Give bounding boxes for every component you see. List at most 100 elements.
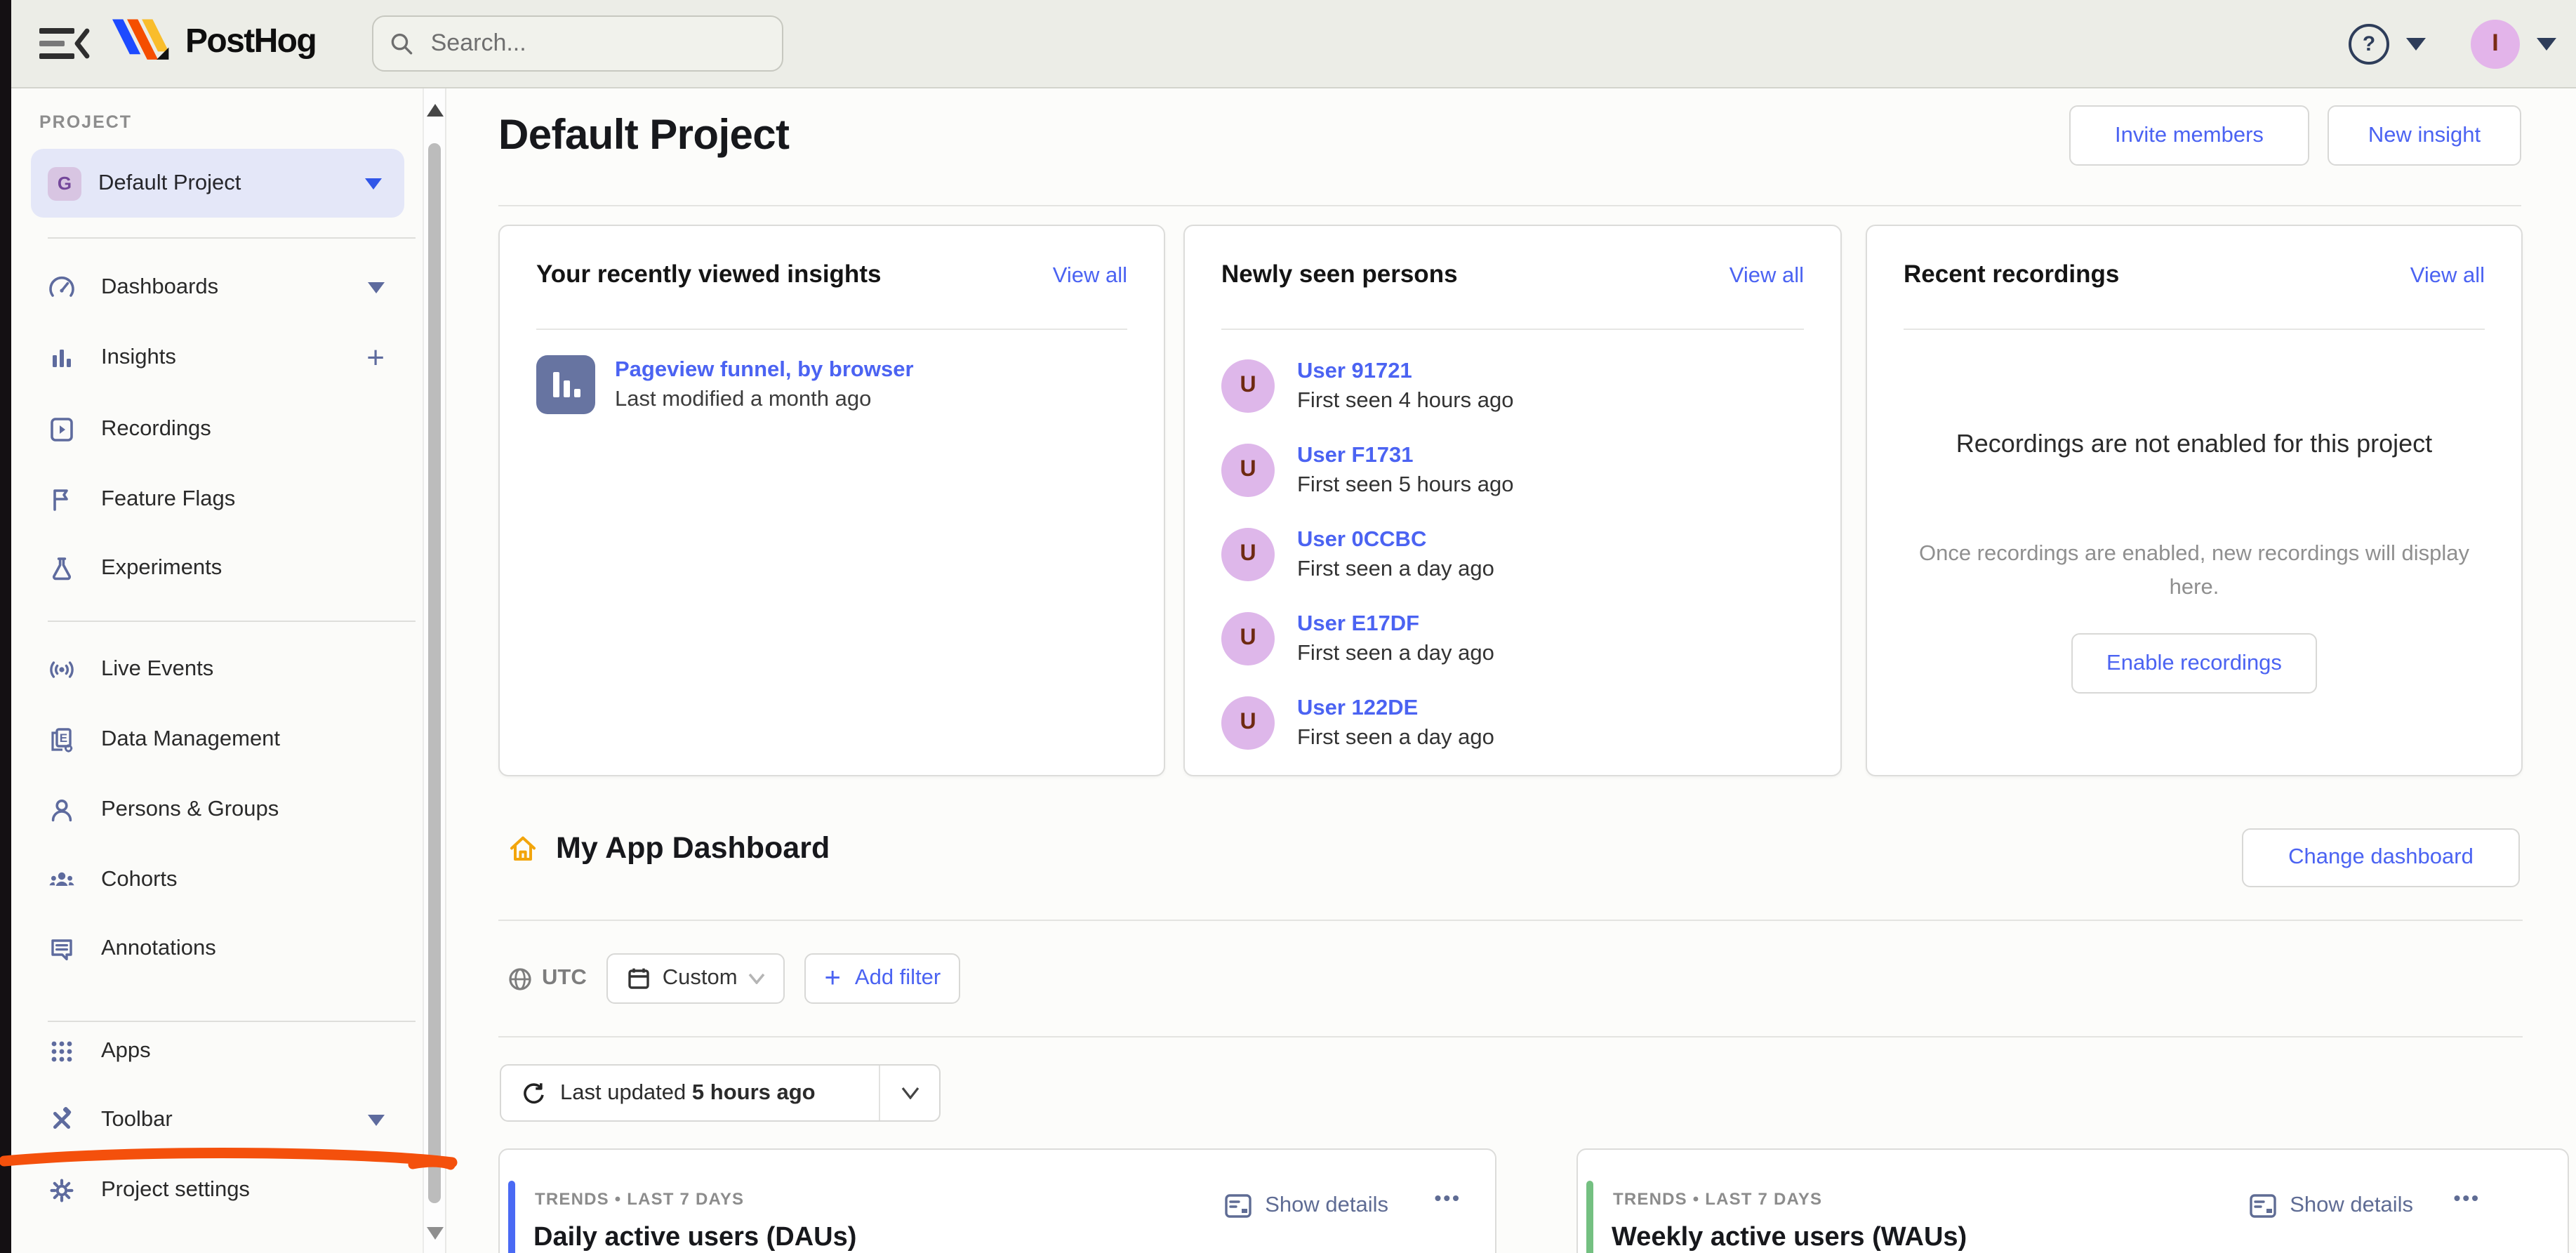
search-input[interactable] xyxy=(427,28,765,59)
chevron-down-icon xyxy=(365,178,382,189)
apps-grid-icon xyxy=(48,1037,76,1066)
divider xyxy=(536,329,1127,330)
more-menu-icon[interactable]: ••• xyxy=(1435,1186,1461,1209)
view-all-link[interactable]: View all xyxy=(1053,264,1127,289)
logo-text: PostHog xyxy=(185,22,317,60)
change-dashboard-button[interactable]: Change dashboard xyxy=(2242,828,2520,887)
dashboard-header: My App Dashboard xyxy=(508,831,830,866)
person-link[interactable]: User 122DE xyxy=(1297,693,1494,722)
help-icon: ? xyxy=(2349,23,2389,64)
insight-link[interactable]: Pageview funnel, by browser xyxy=(615,355,914,385)
person-link[interactable]: User 0CCBC xyxy=(1297,524,1494,554)
sidebar-item-project-settings[interactable]: Project settings xyxy=(48,1162,385,1219)
refresh-dropdown[interactable] xyxy=(879,1066,939,1120)
plus-icon[interactable]: + xyxy=(366,342,385,373)
scroll-up-arrow-icon[interactable] xyxy=(427,104,444,117)
refresh-button[interactable]: Last updated 5 hours ago xyxy=(500,1064,941,1122)
invite-members-button[interactable]: Invite members xyxy=(2069,105,2309,166)
avatar: U xyxy=(1221,359,1275,413)
card-title: Recent recordings xyxy=(1904,260,2120,288)
data-management-icon: E xyxy=(48,726,76,754)
search-icon xyxy=(391,32,413,54)
timezone-indicator[interactable]: UTC xyxy=(508,966,587,991)
chevron-down-icon xyxy=(2537,37,2556,50)
help-menu[interactable]: ? xyxy=(2349,23,2426,64)
person-row[interactable]: U User 122DE First seen a day ago xyxy=(1221,681,1494,765)
sidebar-item-toolbar[interactable]: Toolbar xyxy=(48,1092,385,1148)
show-details-button[interactable]: Show details xyxy=(2249,1193,2413,1219)
account-menu[interactable]: I xyxy=(2445,19,2556,68)
sidebar-item-label: Annotations xyxy=(101,936,216,960)
enable-recordings-button[interactable]: Enable recordings xyxy=(2071,633,2317,694)
sidebar-item-label: Experiments xyxy=(101,556,223,580)
chevron-down-icon[interactable] xyxy=(368,1115,385,1126)
avatar: U xyxy=(1221,696,1275,750)
project-name: Default Project xyxy=(98,171,241,194)
global-search[interactable] xyxy=(372,15,783,72)
posthog-logo[interactable]: PostHog xyxy=(112,18,317,66)
sidebar-collapse-button[interactable] xyxy=(39,27,90,60)
person-icon xyxy=(48,796,76,824)
bar-chart-icon xyxy=(48,344,76,372)
sidebar-item-label: Cohorts xyxy=(101,868,178,891)
refresh-main[interactable]: Last updated 5 hours ago xyxy=(501,1066,879,1120)
insight-list-item[interactable]: Pageview funnel, by browser Last modifie… xyxy=(536,355,914,416)
person-first-seen: First seen a day ago xyxy=(1297,725,1494,749)
gear-icon xyxy=(48,1176,76,1205)
insight-title: Daily active users (DAUs) xyxy=(533,1223,857,1252)
scrollbar-thumb[interactable] xyxy=(428,143,441,1203)
person-row[interactable]: U User E17DF First seen a day ago xyxy=(1221,597,1494,681)
add-filter-button[interactable]: + Add filter xyxy=(804,953,961,1004)
person-first-seen: First seen 4 hours ago xyxy=(1297,388,1514,412)
home-icon xyxy=(510,836,536,861)
sidebar-item-feature-flags[interactable]: Feature Flags xyxy=(48,472,385,528)
new-insight-button[interactable]: New insight xyxy=(2328,105,2521,166)
details-panel-icon xyxy=(2250,1194,2276,1218)
sidebar-item-label: Live Events xyxy=(101,657,214,681)
sidebar-item-experiments[interactable]: Experiments xyxy=(48,541,385,597)
chevron-down-icon[interactable] xyxy=(368,282,385,293)
sidebar-item-live-events[interactable]: Live Events xyxy=(48,642,385,698)
scroll-down-arrow-icon[interactable] xyxy=(427,1227,444,1240)
person-link[interactable]: User E17DF xyxy=(1297,609,1494,638)
person-row[interactable]: U User 91721 First seen 4 hours ago xyxy=(1221,344,1513,428)
insight-card-wau[interactable]: TRENDS • LAST 7 DAYS Weekly active users… xyxy=(1576,1148,2569,1253)
sidebar-scrollbar xyxy=(423,87,445,1253)
sidebar-item-persons-groups[interactable]: Persons & Groups xyxy=(48,782,385,838)
person-first-seen: First seen 5 hours ago xyxy=(1297,472,1514,496)
person-row[interactable]: U User F1731 First seen 5 hours ago xyxy=(1221,428,1513,512)
plus-icon: + xyxy=(824,962,841,993)
project-switcher[interactable]: G Default Project xyxy=(31,149,404,218)
sidebar-item-label: Project settings xyxy=(101,1178,250,1202)
more-menu-icon[interactable]: ••• xyxy=(2454,1186,2481,1209)
project-badge: G xyxy=(48,166,81,200)
view-all-link[interactable]: View all xyxy=(2410,264,2485,289)
gauge-icon xyxy=(48,274,76,302)
card-title: Your recently viewed insights xyxy=(536,260,882,288)
sidebar-item-recordings[interactable]: Recordings xyxy=(48,402,385,458)
person-link[interactable]: User F1731 xyxy=(1297,440,1513,470)
sidebar-item-apps[interactable]: Apps xyxy=(48,1023,385,1080)
annotation-icon xyxy=(48,935,76,963)
insight-subtitle: Last modified a month ago xyxy=(615,387,872,411)
person-link[interactable]: User 91721 xyxy=(1297,356,1513,385)
sidebar-item-annotations[interactable]: Annotations xyxy=(48,921,385,977)
sidebar-item-data-management[interactable]: E Data Management xyxy=(48,712,385,768)
sidebar-item-insights[interactable]: Insights + xyxy=(48,330,385,386)
show-details-button[interactable]: Show details xyxy=(1224,1193,1388,1219)
add-filter-label: Add filter xyxy=(854,966,941,990)
person-row[interactable]: U User 0CCBC First seen a day ago xyxy=(1221,512,1494,597)
date-range-button[interactable]: Custom xyxy=(606,953,785,1004)
person-first-seen: First seen a day ago xyxy=(1297,557,1494,581)
insight-card-dau[interactable]: TRENDS • LAST 7 DAYS Daily active users … xyxy=(498,1148,1496,1253)
view-all-link[interactable]: View all xyxy=(1729,264,1804,289)
people-group-icon xyxy=(48,866,76,894)
flask-icon xyxy=(48,555,76,583)
insight-tag: TRENDS • LAST 7 DAYS xyxy=(535,1189,745,1209)
top-navbar: PostHog ? I xyxy=(0,0,2576,88)
person-first-seen: First seen a day ago xyxy=(1297,641,1494,665)
sidebar-item-cohorts[interactable]: Cohorts xyxy=(48,852,385,908)
sidebar-item-dashboards[interactable]: Dashboards xyxy=(48,260,385,316)
menu-icon xyxy=(39,53,74,59)
last-updated-value: 5 hours ago xyxy=(691,1080,816,1104)
